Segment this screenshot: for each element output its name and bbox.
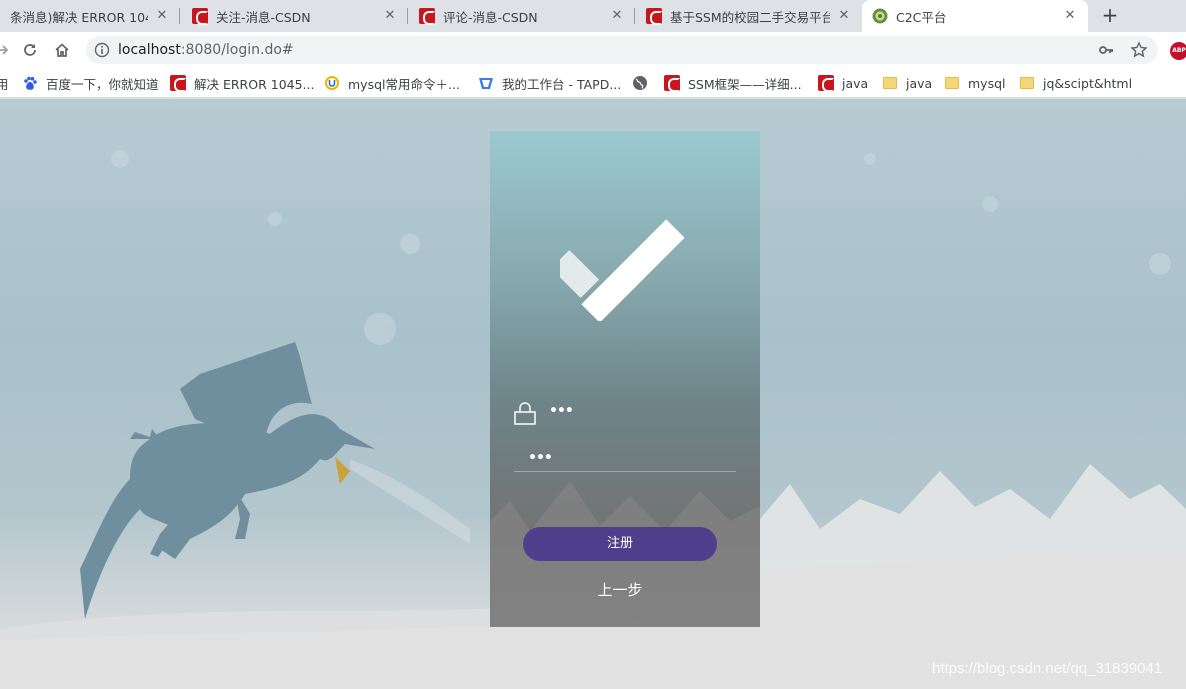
address-bar[interactable]: localhost:8080/login.do# bbox=[86, 36, 1158, 64]
baidu-icon bbox=[22, 75, 38, 91]
bookmark-label: java bbox=[906, 75, 933, 91]
bookmark-globe[interactable] bbox=[632, 68, 656, 98]
tab-separator bbox=[407, 8, 408, 24]
bookmark-apps[interactable]: 用 bbox=[0, 68, 9, 98]
bookmark-label: java bbox=[842, 75, 869, 91]
tab-title: 关注-消息-CSDN bbox=[216, 9, 311, 25]
tab-1[interactable]: 条消息)解决 ERROR 1045 (2 ✕ bbox=[0, 0, 180, 32]
field-underline bbox=[514, 471, 736, 472]
tab-title: 条消息)解决 ERROR 1045 (2 bbox=[10, 9, 148, 25]
tab-close-icon[interactable]: ✕ bbox=[609, 8, 625, 24]
key-icon[interactable] bbox=[1098, 42, 1114, 62]
bookmark-error-1045[interactable]: 解决 ERROR 1045... bbox=[170, 68, 314, 98]
tab-2[interactable]: 关注-消息-CSDN ✕ bbox=[182, 0, 408, 32]
folder-icon bbox=[1019, 75, 1035, 91]
folder-icon bbox=[882, 75, 898, 91]
tab-title: 评论-消息-CSDN bbox=[443, 9, 538, 25]
home-icon bbox=[55, 43, 69, 57]
tab-close-icon[interactable]: ✕ bbox=[1062, 8, 1078, 24]
page-viewport: ••• ••• 注册 上一步 bbox=[0, 99, 1186, 689]
password-value: ••• bbox=[549, 403, 574, 419]
bookmark-baidu[interactable]: 百度一下，你就知道 bbox=[22, 68, 159, 98]
globe-icon bbox=[632, 75, 648, 91]
bookmark-label: mysql常用命令＋... bbox=[348, 76, 460, 92]
reload-button[interactable] bbox=[18, 38, 42, 62]
browser-toolbar: localhost:8080/login.do# ABP bbox=[0, 32, 1186, 68]
reload-icon bbox=[24, 44, 36, 56]
tab-close-icon[interactable]: ✕ bbox=[382, 8, 398, 24]
bookmark-folder-jq[interactable]: jq&scipt&html bbox=[1019, 68, 1132, 98]
tab-title: 基于SSM的校园二手交易平台的 bbox=[670, 9, 830, 25]
url-path: :8080/login.do# bbox=[180, 42, 294, 58]
csdn-icon bbox=[192, 8, 208, 25]
confirm-password-value: ••• bbox=[528, 450, 553, 466]
login-card: ••• ••• 注册 上一步 bbox=[490, 131, 760, 627]
checkmark-logo-icon bbox=[560, 219, 685, 321]
bookmark-label: jq&scipt&html bbox=[1043, 75, 1133, 91]
tab-title: C2C平台 bbox=[896, 9, 947, 25]
bookmark-folder-mysql[interactable]: mysql bbox=[944, 68, 1006, 98]
forward-button[interactable] bbox=[0, 38, 14, 62]
url-host: localhost bbox=[118, 42, 181, 58]
bookmark-tapd[interactable]: 我的工作台 - TAPD... bbox=[478, 68, 621, 98]
tab-5-active[interactable]: C2C平台 ✕ bbox=[862, 0, 1088, 32]
bookmark-java-csdn[interactable]: java bbox=[818, 68, 868, 98]
folder-icon bbox=[944, 75, 960, 91]
new-tab-button[interactable]: + bbox=[1098, 4, 1122, 28]
lock-icon bbox=[514, 401, 536, 429]
bookmarks-bar: 用 百度一下，你就知道 解决 ERROR 1045... mysql常用命令＋.… bbox=[0, 68, 1186, 98]
arrow-right-icon bbox=[0, 45, 9, 55]
u-icon bbox=[324, 75, 340, 91]
bookmark-label: mysql bbox=[968, 75, 1006, 91]
site-icon bbox=[872, 8, 888, 24]
tab-close-icon[interactable]: ✕ bbox=[154, 8, 170, 24]
tab-close-icon[interactable]: ✕ bbox=[836, 8, 852, 24]
bookmark-label: 用 bbox=[0, 76, 9, 92]
adblock-extension-button[interactable]: ABP bbox=[1170, 42, 1186, 60]
register-button[interactable]: 注册 bbox=[523, 527, 717, 561]
bookmark-label: SSM框架——详细... bbox=[688, 76, 802, 92]
password-field[interactable]: ••• bbox=[514, 399, 736, 427]
csdn-icon bbox=[646, 8, 662, 25]
csdn-icon bbox=[818, 75, 834, 92]
csdn-icon bbox=[419, 8, 435, 25]
tab-strip: 条消息)解决 ERROR 1045 (2 ✕ 关注-消息-CSDN ✕ 评论-消… bbox=[0, 0, 1186, 32]
tab-separator bbox=[179, 8, 180, 24]
csdn-watermark: https://blog.csdn.net/qq_31839041 bbox=[932, 660, 1163, 677]
home-button[interactable] bbox=[50, 38, 74, 62]
bookmark-folder-java[interactable]: java bbox=[882, 68, 932, 98]
tapd-icon bbox=[478, 75, 494, 91]
csdn-icon bbox=[664, 75, 680, 92]
bookmark-label: 我的工作台 - TAPD... bbox=[502, 76, 622, 92]
star-icon[interactable] bbox=[1130, 41, 1148, 63]
url-text: localhost:8080/login.do# bbox=[118, 36, 294, 64]
bookmark-label: 解决 ERROR 1045... bbox=[194, 76, 315, 92]
bookmark-ssm-framework[interactable]: SSM框架——详细... bbox=[664, 68, 802, 98]
csdn-icon bbox=[170, 75, 186, 92]
bookmark-label: 百度一下，你就知道 bbox=[46, 76, 159, 92]
previous-step-link[interactable]: 上一步 bbox=[490, 579, 750, 600]
tab-4[interactable]: 基于SSM的校园二手交易平台的 ✕ bbox=[636, 0, 862, 32]
info-icon[interactable] bbox=[94, 42, 110, 58]
tab-3[interactable]: 评论-消息-CSDN ✕ bbox=[409, 0, 635, 32]
bookmark-mysql-commands[interactable]: mysql常用命令＋... bbox=[324, 68, 460, 98]
tab-separator bbox=[634, 8, 635, 24]
